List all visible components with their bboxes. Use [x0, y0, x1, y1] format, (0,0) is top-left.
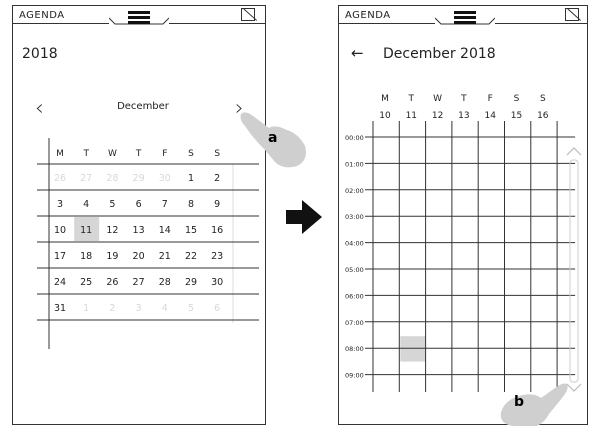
- day-cell[interactable]: 4: [162, 303, 168, 314]
- day-cell[interactable]: 30: [211, 277, 223, 288]
- hour-label: 06:00: [345, 292, 364, 300]
- day-cell[interactable]: 26: [106, 277, 118, 288]
- transition-arrow-icon: [286, 200, 322, 234]
- date-header: 16: [537, 111, 549, 121]
- day-cell[interactable]: 5: [109, 199, 115, 210]
- day-cell[interactable]: 1: [188, 173, 194, 184]
- day-cell[interactable]: 29: [133, 173, 145, 184]
- day-cell[interactable]: 30: [159, 173, 171, 184]
- date-header: 15: [511, 111, 522, 121]
- scrollbar[interactable]: [565, 144, 583, 394]
- day-cell[interactable]: 12: [106, 225, 118, 236]
- day-cell[interactable]: 20: [133, 251, 145, 262]
- scroll-track[interactable]: [569, 159, 579, 383]
- day-cell[interactable]: 14: [159, 225, 171, 236]
- month-calendar-grid: M T W T F S S26 27 28 29 30 1 23 4 5 6 7 8 910 11 12 13 14 15 16…: [37, 138, 259, 349]
- hour-label: 00:00: [345, 134, 364, 142]
- day-cell[interactable]: 22: [185, 251, 197, 262]
- weekday-header: F: [162, 149, 167, 159]
- scroll-down-icon[interactable]: [566, 383, 582, 392]
- weekday-header: S: [214, 149, 220, 159]
- hour-label: 02:00: [345, 187, 364, 195]
- weekday-header: T: [135, 149, 142, 159]
- week-view-screen: AGENDA ← December 2018 M T W T F S S 10 11 12 13 14…: [338, 5, 588, 426]
- date-header: 13: [458, 111, 469, 121]
- day-cell[interactable]: 29: [185, 277, 197, 288]
- day-cell[interactable]: 10: [54, 225, 66, 236]
- day-cell[interactable]: 9: [214, 199, 220, 210]
- hour-label: 07:00: [345, 319, 364, 327]
- hour-label: 05:00: [345, 266, 364, 274]
- day-cell[interactable]: 19: [106, 251, 118, 262]
- weekday-header: T: [408, 94, 415, 104]
- day-cell[interactable]: 23: [211, 251, 223, 262]
- weekday-header: F: [488, 94, 493, 104]
- day-cell[interactable]: 28: [106, 173, 118, 184]
- weekday-header: W: [108, 149, 117, 159]
- month-view-screen: AGENDA 2018 ‹ December › M T W T F S S 26 27 28 29…: [12, 5, 306, 425]
- day-cell[interactable]: 17: [54, 251, 66, 262]
- selected-time-slot[interactable]: [400, 336, 426, 362]
- hour-label: 04:00: [345, 240, 364, 248]
- day-cell[interactable]: 24: [54, 277, 66, 288]
- day-cell[interactable]: 6: [136, 199, 142, 210]
- day-cell[interactable]: 27: [133, 277, 145, 288]
- weekday-header: S: [188, 149, 194, 159]
- day-cell[interactable]: 21: [159, 251, 171, 262]
- date-header: 11: [406, 111, 417, 121]
- scroll-up-icon[interactable]: [566, 147, 582, 156]
- tap-label: b: [514, 394, 525, 410]
- weekday-header: M: [56, 149, 64, 159]
- finger-tap-icon: [500, 383, 568, 426]
- day-cell[interactable]: 25: [80, 277, 92, 288]
- date-header: 14: [484, 111, 496, 121]
- week-schedule-grid: M T W T F S S 10 11 12 13 14 15 16 00:00 01:00 02:00 03:0…: [345, 94, 576, 392]
- weekday-header: S: [514, 94, 520, 104]
- day-cell[interactable]: 15: [185, 225, 197, 236]
- day-cell[interactable]: 2: [214, 173, 220, 184]
- day-cell[interactable]: 6: [214, 303, 220, 314]
- tap-label: a: [268, 130, 278, 146]
- day-cell[interactable]: 7: [162, 199, 168, 210]
- weekday-header: M: [381, 94, 389, 104]
- day-cell[interactable]: 2: [109, 303, 115, 314]
- day-cell[interactable]: 5: [188, 303, 194, 314]
- day-cell[interactable]: 1: [83, 303, 89, 314]
- hour-label: 08:00: [345, 345, 364, 353]
- hour-label: 01:00: [345, 160, 364, 168]
- hour-label: 03:00: [345, 213, 364, 221]
- date-header: 12: [432, 111, 443, 121]
- day-cell[interactable]: 31: [54, 303, 66, 314]
- day-cell[interactable]: 18: [80, 251, 92, 262]
- day-cell[interactable]: 3: [57, 199, 63, 210]
- day-cell[interactable]: 26: [54, 173, 66, 184]
- day-cell[interactable]: 4: [83, 199, 89, 210]
- day-cell[interactable]: 11: [80, 225, 92, 236]
- day-cell[interactable]: 16: [211, 225, 223, 236]
- day-cell[interactable]: 8: [188, 199, 194, 210]
- weekday-header: T: [82, 149, 89, 159]
- weekday-header: W: [433, 94, 442, 104]
- hour-label: 09:00: [345, 372, 364, 380]
- day-cell[interactable]: 3: [136, 303, 142, 314]
- weekday-header: S: [540, 94, 546, 104]
- tap-gesture-b: b: [497, 382, 569, 426]
- tap-gesture-a: a: [239, 110, 309, 168]
- weekday-header: T: [460, 94, 467, 104]
- day-cell[interactable]: 28: [159, 277, 171, 288]
- date-header: 10: [379, 111, 391, 121]
- day-cell[interactable]: 13: [133, 225, 145, 236]
- day-cell[interactable]: 27: [80, 173, 92, 184]
